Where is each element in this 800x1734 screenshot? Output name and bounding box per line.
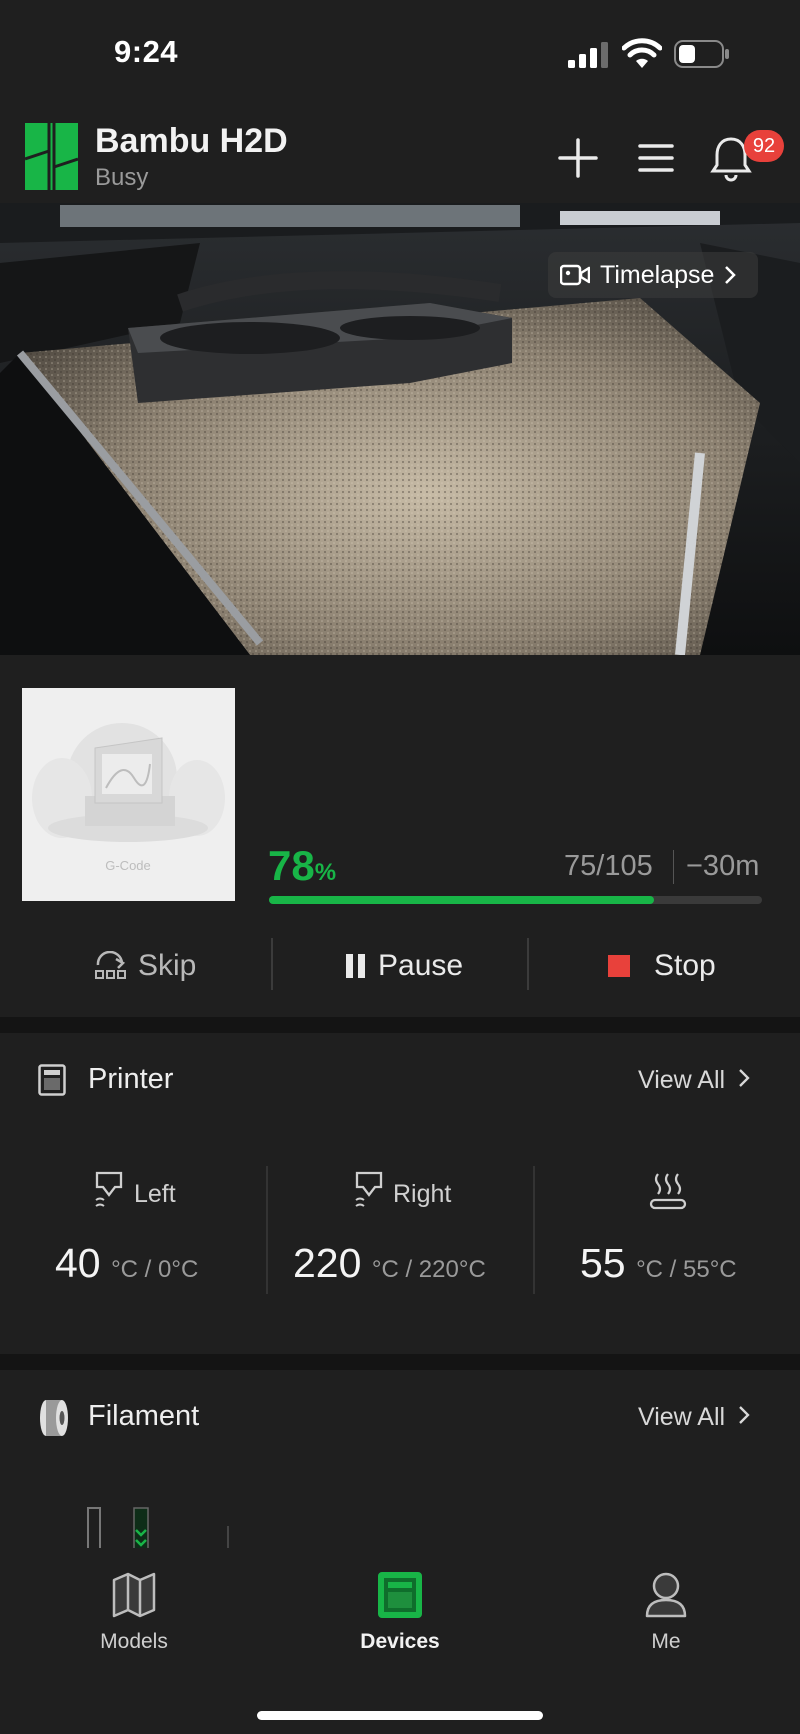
models-cube-icon — [112, 1572, 156, 1618]
pause-button[interactable]: Pause — [344, 940, 463, 992]
pause-label: Pause — [378, 949, 464, 982]
skip-label: Skip — [138, 949, 197, 982]
heatbed-icon — [649, 1173, 687, 1210]
timelapse-button[interactable]: Timelapse — [548, 252, 758, 298]
divider — [266, 1166, 268, 1294]
divider — [271, 938, 273, 990]
left-nozzle-value: 40 — [55, 1240, 101, 1286]
bambu-logo — [25, 123, 78, 190]
user-profile-icon — [645, 1572, 687, 1618]
gcode-placeholder-image: G-Code — [32, 723, 225, 873]
right-nozzle-target: °C / 220°C — [371, 1256, 486, 1283]
progress-percent: 78% — [268, 842, 336, 890]
filament-slots[interactable] — [85, 1500, 235, 1552]
tab-devices-label: Devices — [360, 1630, 440, 1653]
devices-printer-icon — [378, 1572, 422, 1618]
tab-me[interactable]: Me — [628, 1570, 704, 1654]
right-nozzle-value: 220 — [293, 1240, 362, 1286]
left-nozzle-target: °C / 0°C — [111, 1256, 199, 1283]
heatbed-value: 55 — [580, 1240, 626, 1286]
filament-spool-icon — [40, 1400, 68, 1436]
add-icon[interactable] — [556, 136, 600, 180]
divider — [527, 938, 529, 990]
filament-view-all-label: View All — [638, 1403, 726, 1431]
printer-section-title: Printer — [88, 1063, 174, 1095]
skip-objects-icon — [95, 951, 126, 979]
skip-button[interactable]: Skip — [94, 940, 196, 992]
pause-icon — [346, 954, 365, 978]
time-remaining: −30m — [686, 850, 760, 882]
layer-count: 75/105 — [564, 850, 653, 882]
tab-me-label: Me — [651, 1630, 681, 1653]
gcode-thumbnail[interactable]: G-Code — [22, 688, 235, 901]
printer-view-all[interactable]: View All — [638, 1066, 750, 1095]
home-indicator[interactable] — [257, 1711, 543, 1720]
tab-models-label: Models — [100, 1630, 168, 1653]
progress-value: 78 — [268, 842, 315, 889]
tab-devices[interactable]: Devices — [352, 1570, 448, 1654]
chevron-right-icon — [739, 1069, 750, 1087]
wifi-icon — [622, 38, 662, 68]
heatbed-temp[interactable]: 55 °C / 55°C — [580, 1240, 737, 1287]
cellular-signal-icon — [568, 42, 608, 68]
timelapse-label: Timelapse — [600, 260, 715, 289]
chevron-right-icon — [725, 266, 737, 284]
notification-badge: 92 — [744, 130, 784, 162]
stop-button[interactable]: Stop — [606, 940, 716, 992]
right-nozzle-temp[interactable]: 220 °C / 220°C — [293, 1240, 486, 1287]
printer-status: Busy — [95, 164, 149, 191]
progress-unit: % — [314, 859, 337, 886]
printer-view-all-label: View All — [638, 1066, 726, 1094]
menu-icon[interactable] — [634, 136, 678, 180]
progress-bar-fill — [269, 896, 654, 904]
battery-icon — [674, 40, 729, 68]
chevron-right-icon — [739, 1406, 750, 1424]
filament-view-all[interactable]: View All — [638, 1403, 750, 1432]
section-separator — [0, 1354, 800, 1370]
right-nozzle-icon — [355, 1171, 383, 1207]
left-nozzle-temp[interactable]: 40 °C / 0°C — [55, 1240, 198, 1287]
stop-icon — [608, 955, 630, 977]
video-camera-icon — [560, 264, 590, 286]
stop-label: Stop — [654, 949, 716, 982]
filament-section-title: Filament — [88, 1400, 200, 1432]
thumbnail-label: G-Code — [105, 858, 151, 873]
tab-models[interactable]: Models — [96, 1570, 172, 1654]
left-nozzle-label: Left — [134, 1180, 176, 1208]
divider — [533, 1166, 535, 1294]
heatbed-target: °C / 55°C — [636, 1256, 737, 1283]
left-nozzle-icon — [95, 1171, 123, 1207]
status-time: 9:24 — [114, 34, 179, 69]
divider — [673, 850, 674, 884]
printer-name[interactable]: Bambu H2D — [95, 122, 288, 161]
section-separator — [0, 1017, 800, 1033]
printer-icon — [38, 1064, 66, 1096]
right-nozzle-label: Right — [393, 1180, 452, 1208]
